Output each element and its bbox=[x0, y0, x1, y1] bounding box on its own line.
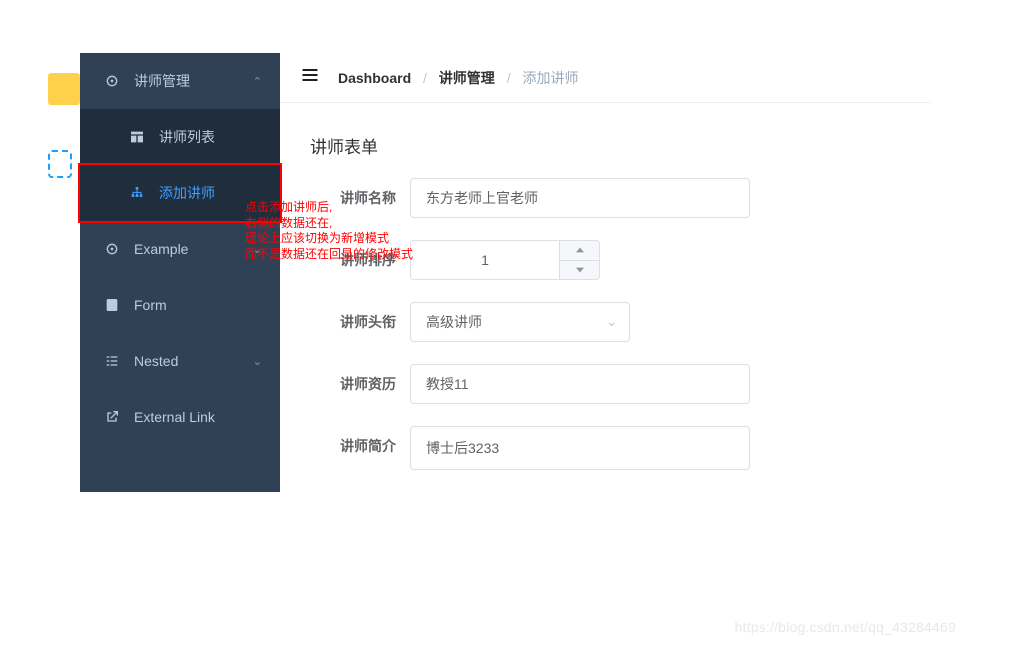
breadcrumb-sep: / bbox=[423, 70, 427, 86]
form-row-title: 讲师头衔 高级讲师 ⌄ bbox=[310, 302, 900, 342]
hamburger-icon[interactable] bbox=[300, 65, 320, 90]
sidebar-item-label: 讲师列表 bbox=[159, 127, 215, 147]
sidebar-group-teacher[interactable]: 讲师管理 ⌃ bbox=[80, 53, 280, 109]
sidebar-item-label: Example bbox=[134, 241, 188, 257]
annotation-line: 点击添加讲师后, bbox=[245, 200, 413, 216]
sidebar-item-form[interactable]: Form bbox=[80, 277, 280, 333]
breadcrumb-leaf: 添加讲师 bbox=[522, 70, 578, 86]
teacher-name-input[interactable] bbox=[410, 178, 750, 218]
teacher-career-input[interactable] bbox=[410, 364, 750, 404]
form-row-intro: 讲师简介 bbox=[310, 426, 900, 470]
sidebar-item-label: External Link bbox=[134, 409, 215, 425]
form-label-intro: 讲师简介 bbox=[310, 426, 410, 466]
breadcrumb: Dashboard / 讲师管理 / 添加讲师 bbox=[338, 68, 578, 88]
chevron-up-icon: ⌃ bbox=[253, 75, 262, 88]
chevron-down-icon bbox=[576, 266, 584, 274]
form-area: 讲师表单 讲师名称 讲师排序 bbox=[280, 103, 930, 470]
left-decoration bbox=[48, 53, 80, 178]
chevron-down-icon: ⌄ bbox=[606, 314, 617, 330]
chevron-up-icon bbox=[576, 246, 584, 254]
sidebar: 讲师管理 ⌃ 讲师列表 添加讲师 Example ⌄ bbox=[80, 53, 280, 492]
form-title: 讲师表单 bbox=[310, 133, 900, 158]
watermark: https://blog.csdn.net/qq_43284469 bbox=[735, 619, 956, 635]
sidebar-group-label: 讲师管理 bbox=[134, 71, 190, 91]
chevron-down-icon: ⌄ bbox=[253, 355, 262, 368]
teacher-sort-stepper bbox=[410, 240, 600, 280]
blue-dashed-icon bbox=[48, 150, 72, 178]
sidebar-item-label: Nested bbox=[134, 353, 178, 369]
orange-square-icon bbox=[48, 73, 80, 105]
main-content: Dashboard / 讲师管理 / 添加讲师 讲师表单 讲师名称 讲师排序 bbox=[280, 53, 930, 492]
select-value: 高级讲师 bbox=[426, 312, 482, 332]
circle-icon bbox=[100, 73, 124, 89]
sidebar-item-label: 添加讲师 bbox=[159, 183, 215, 203]
form-label-title: 讲师头衔 bbox=[310, 302, 410, 342]
teacher-title-select[interactable]: 高级讲师 ⌄ bbox=[410, 302, 630, 342]
stepper-down-button[interactable] bbox=[560, 260, 600, 281]
table-icon bbox=[125, 129, 149, 145]
tree-icon bbox=[125, 185, 149, 201]
annotation-line: 理论上应该切换为新增模式 bbox=[245, 231, 413, 247]
form-row-career: 讲师资历 bbox=[310, 364, 900, 404]
sidebar-item-external-link[interactable]: External Link bbox=[80, 389, 280, 445]
breadcrumb-root[interactable]: Dashboard bbox=[338, 70, 411, 86]
form-icon bbox=[100, 297, 124, 313]
red-annotation: 点击添加讲师后, 右侧的数据还在, 理论上应该切换为新增模式 而不是数据还在回显… bbox=[245, 200, 413, 262]
sidebar-item-teacher-list[interactable]: 讲师列表 bbox=[80, 109, 280, 165]
form-label-career: 讲师资历 bbox=[310, 364, 410, 404]
sidebar-item-nested[interactable]: Nested ⌄ bbox=[80, 333, 280, 389]
teacher-sort-input[interactable] bbox=[410, 240, 560, 280]
sidebar-item-label: Form bbox=[134, 297, 167, 313]
circle-icon bbox=[100, 241, 124, 257]
annotation-line: 右侧的数据还在, bbox=[245, 216, 413, 232]
nested-icon bbox=[100, 353, 124, 369]
breadcrumb-mid[interactable]: 讲师管理 bbox=[439, 70, 495, 86]
app-container: 讲师管理 ⌃ 讲师列表 添加讲师 Example ⌄ bbox=[80, 53, 930, 492]
breadcrumb-sep: / bbox=[507, 70, 511, 86]
teacher-intro-input[interactable] bbox=[410, 426, 750, 470]
header-bar: Dashboard / 讲师管理 / 添加讲师 bbox=[280, 53, 930, 103]
external-link-icon bbox=[100, 409, 124, 425]
stepper-up-button[interactable] bbox=[560, 240, 600, 260]
annotation-line: 而不是数据还在回显的修改模式 bbox=[245, 247, 413, 263]
